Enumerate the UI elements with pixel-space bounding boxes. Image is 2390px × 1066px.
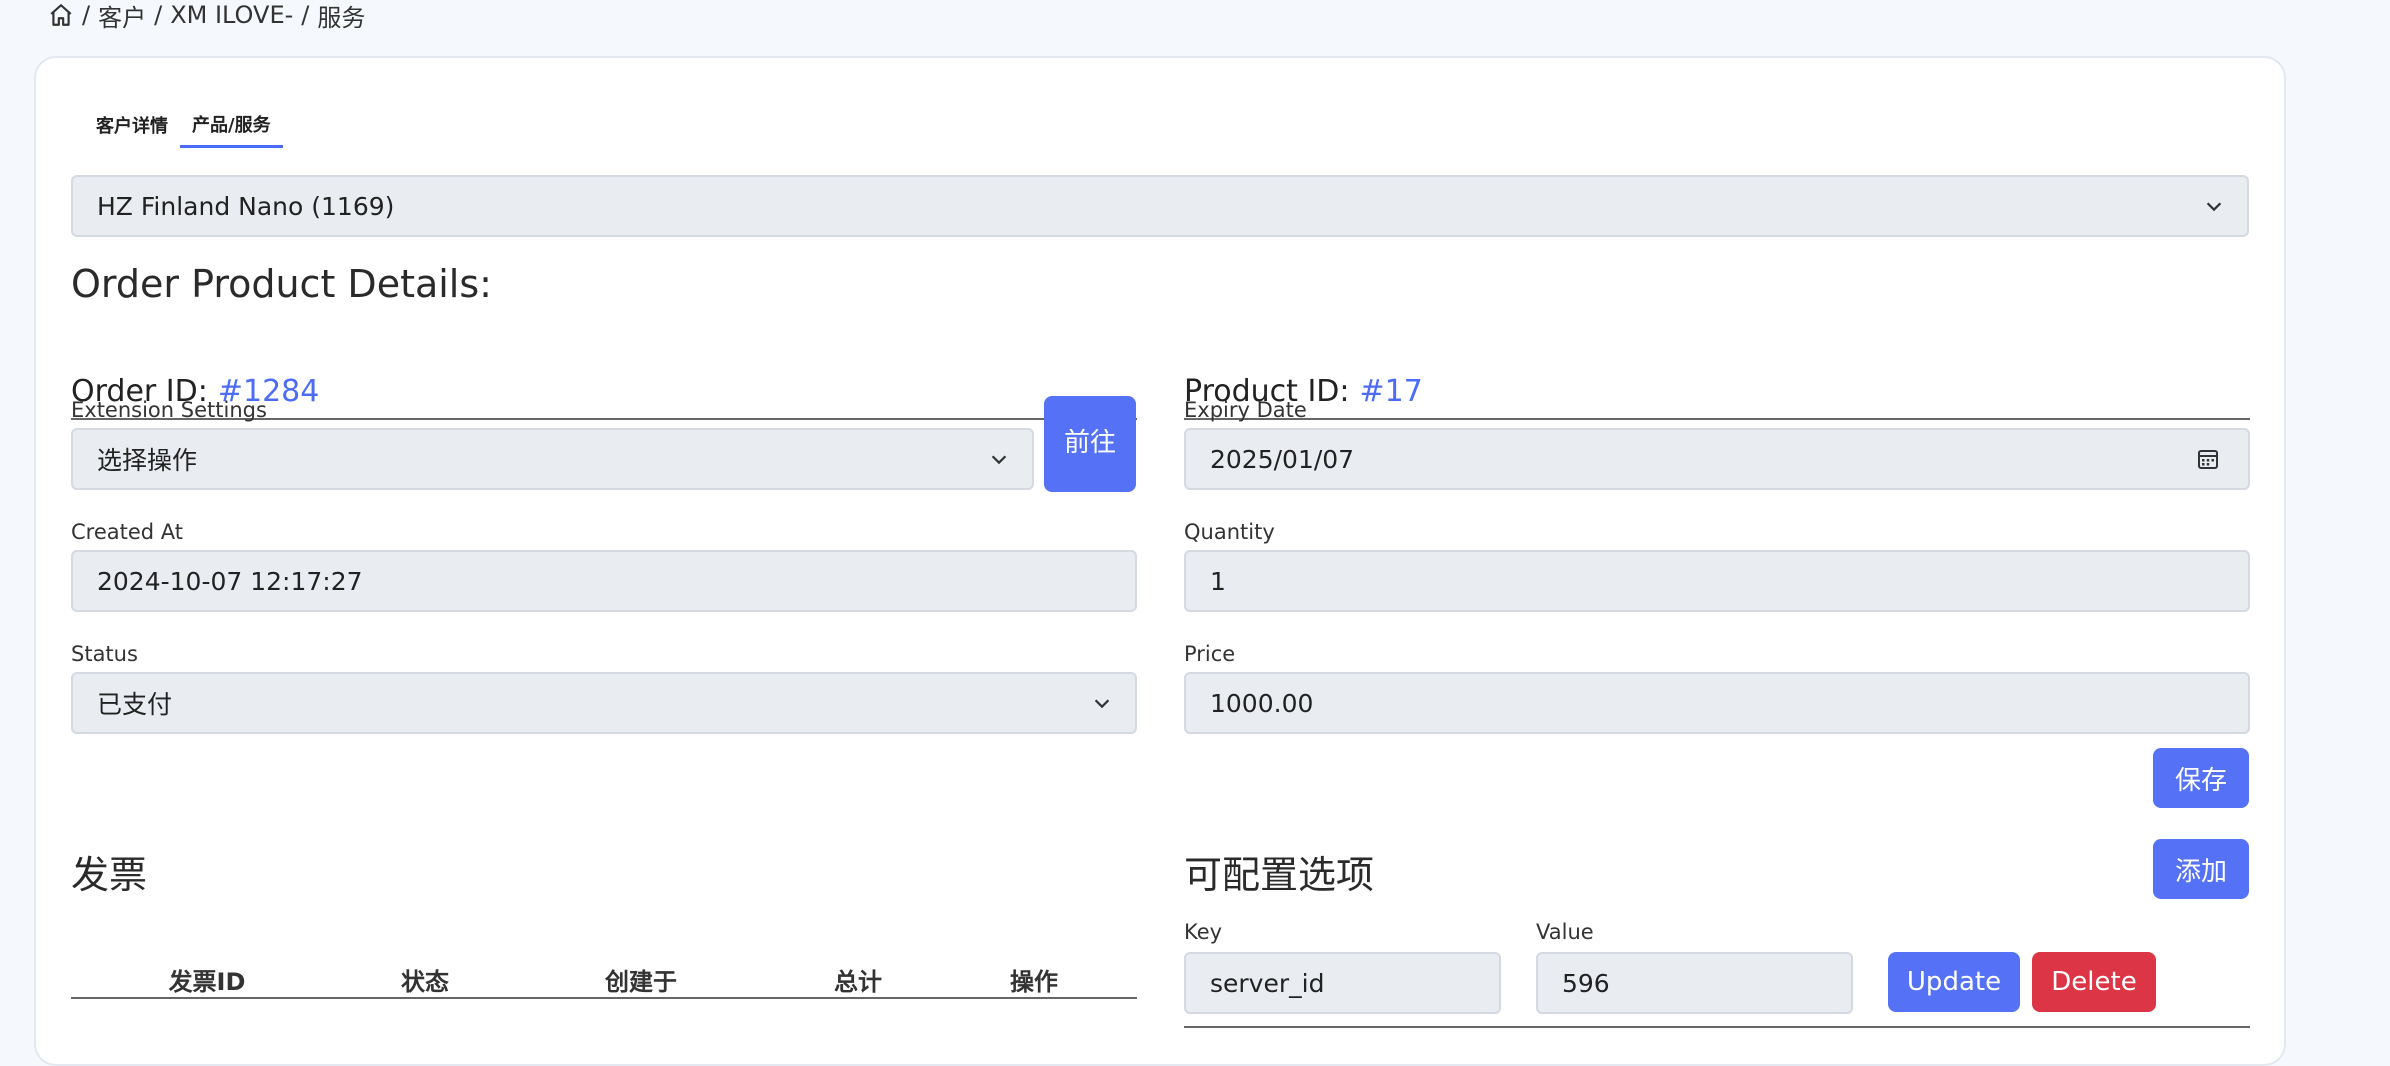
extension-settings-label: Extension Settings [71, 398, 267, 422]
breadcrumb-item-services: 服务 [317, 3, 366, 32]
tab-customer-details[interactable]: 客户详情 [84, 102, 180, 148]
calendar-icon[interactable] [2196, 447, 2220, 471]
go-button[interactable]: 前往 [1044, 396, 1136, 492]
quantity-label: Quantity [1184, 520, 1275, 544]
chevron-down-icon [1094, 699, 1110, 709]
breadcrumb-item-customers[interactable]: 客户 [98, 0, 146, 33]
invoice-table-header: 发票ID 状态 创建于 总计 操作 [71, 961, 1137, 999]
order-details-title: Order Product Details: [71, 262, 492, 306]
column-header-created: 创建于 [605, 967, 677, 996]
quantity-field[interactable]: 1 [1184, 550, 2250, 612]
status-value: 已支付 [97, 690, 173, 719]
invoices-title: 发票 [71, 853, 148, 897]
product-id-value[interactable]: #17 [1360, 374, 1423, 409]
home-icon[interactable] [48, 2, 74, 28]
delete-option-button[interactable]: Delete [2032, 952, 2156, 1012]
created-at-label: Created At [71, 520, 184, 544]
option-value-value: 596 [1562, 968, 1610, 998]
extension-settings-value: 选择操作 [97, 446, 198, 475]
breadcrumb-separator: / [154, 1, 163, 29]
extension-settings-select[interactable]: 选择操作 [71, 428, 1034, 490]
breadcrumb-item-customer[interactable]: XM ILOVE- [170, 1, 293, 29]
column-header-invoice-id: 发票ID [168, 967, 246, 996]
column-header-actions: 操作 [1010, 967, 1058, 996]
config-options-title: 可配置选项 [1184, 853, 1375, 897]
quantity-value: 1 [1210, 566, 1226, 596]
expiry-date-value: 2025/01/07 [1210, 444, 1355, 474]
expiry-date-field[interactable]: 2025/01/07 [1184, 428, 2250, 490]
product-select-value: HZ Finland Nano (1169) [97, 191, 395, 221]
price-label: Price [1184, 642, 1236, 666]
add-option-button[interactable]: 添加 [2153, 839, 2249, 899]
column-header-status: 状态 [401, 967, 449, 996]
breadcrumb-separator: / [82, 1, 91, 29]
update-option-button[interactable]: Update [1888, 952, 2020, 1012]
save-button[interactable]: 保存 [2153, 748, 2249, 808]
key-label: Key [1184, 920, 1223, 944]
option-value-field[interactable]: 596 [1536, 952, 1853, 1014]
product-select[interactable]: HZ Finland Nano (1169) [71, 175, 2249, 237]
column-header-total: 总计 [834, 967, 882, 996]
created-at-value: 2024-10-07 12:17:27 [97, 566, 363, 596]
option-key-field[interactable]: server_id [1184, 952, 1501, 1014]
chevron-down-icon [991, 455, 1007, 465]
value-label: Value [1536, 920, 1594, 944]
main-card: 客户详情 产品/服务 HZ Finland Nano (1169) Order … [34, 56, 2286, 1066]
option-key-value: server_id [1210, 968, 1325, 998]
breadcrumb-separator: / [301, 1, 310, 29]
product-id-line: Product ID: #17 [1184, 364, 2250, 420]
price-value: 1000.00 [1210, 688, 1314, 718]
expiry-date-label: Expiry Date [1184, 398, 1307, 422]
chevron-down-icon [2206, 202, 2222, 212]
status-select[interactable]: 已支付 [71, 672, 1137, 734]
created-at-field[interactable]: 2024-10-07 12:17:27 [71, 550, 1137, 612]
tab-products-services[interactable]: 产品/服务 [180, 102, 283, 148]
status-label: Status [71, 642, 138, 666]
tab-bar: 客户详情 产品/服务 [84, 102, 283, 148]
config-options-divider [1184, 1026, 2250, 1028]
breadcrumb: / 客户 / XM ILOVE- / 服务 [48, 0, 366, 33]
price-field[interactable]: 1000.00 [1184, 672, 2250, 734]
